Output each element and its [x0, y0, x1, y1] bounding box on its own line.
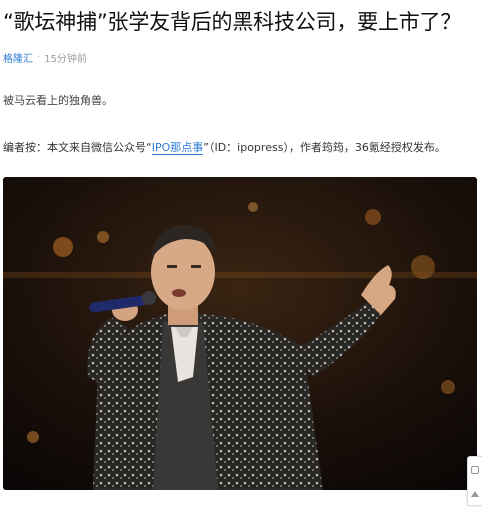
side-floating-widget[interactable]	[467, 456, 482, 506]
publish-time: 15分钟前	[44, 54, 87, 65]
article-title: “歌坛神捕”张学友背后的黑科技公司，要上市了？	[3, 10, 462, 34]
concert-photo	[3, 177, 477, 490]
author-link[interactable]: 格隆汇	[3, 50, 33, 65]
source-account-link[interactable]: IPO那点事	[151, 141, 204, 155]
feedback-icon[interactable]	[471, 465, 479, 474]
editor-note-suffix: ”（ID：ipopress），作者筠筠，36氪经授权发布。	[203, 141, 446, 154]
article-summary: 被马云看上的独角兽。	[3, 94, 113, 107]
editor-note: 编者按：本文来自微信公众号“IPO那点事”（ID：ipopress），作者筠筠，…	[3, 139, 446, 155]
back-to-top-icon[interactable]	[471, 490, 479, 497]
article-image	[3, 177, 477, 490]
editor-note-prefix: 编者按：本文来自微信公众号“	[3, 141, 152, 154]
article-meta: 格隆汇 · 15分钟前	[3, 50, 87, 65]
meta-separator: ·	[37, 52, 41, 63]
